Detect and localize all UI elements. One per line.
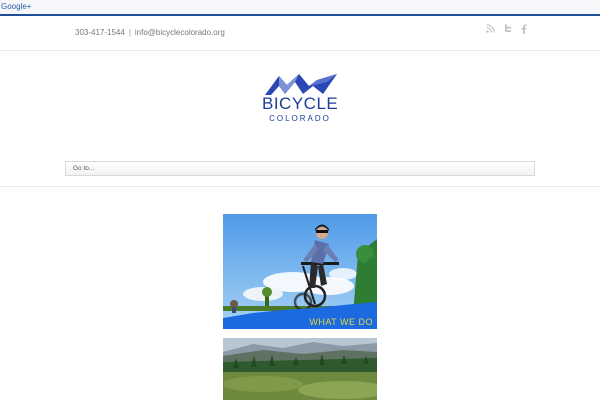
contact-info: 303-417-1544 | info@bicyclecolorado.org [75, 27, 225, 39]
google-bar: Google+ [0, 0, 600, 16]
twitter-icon[interactable] [502, 24, 514, 38]
mountain-meadow-photo [223, 338, 377, 400]
bicycle-colorado-logo[interactable]: BICYCLE COLORADO [262, 72, 338, 128]
logo-wordmark-colorado: COLORADO [269, 114, 331, 123]
logo-wordmark-bicycle: BICYCLE [262, 94, 339, 113]
goto-select-label: Go to... [73, 165, 95, 172]
landscape-tile[interactable] [223, 338, 377, 400]
header-divider [0, 186, 600, 187]
google-plus-link[interactable]: Google+ [1, 2, 31, 12]
phone-number: 303-417-1544 [75, 28, 125, 37]
facebook-icon[interactable] [518, 24, 530, 38]
what-we-do-caption: WHAT WE DO [309, 317, 373, 327]
goto-nav-select[interactable]: Go to... [65, 161, 535, 176]
cyclist-photo [223, 214, 377, 329]
top-contact-bar: 303-417-1544 | info@bicyclecolorado.org [0, 16, 600, 51]
mountain-logo-icon [265, 74, 337, 95]
email-link[interactable]: info@bicyclecolorado.org [135, 28, 225, 37]
rss-icon[interactable] [484, 24, 496, 38]
what-we-do-tile[interactable]: WHAT WE DO [223, 214, 377, 329]
contact-separator: | [128, 28, 131, 37]
